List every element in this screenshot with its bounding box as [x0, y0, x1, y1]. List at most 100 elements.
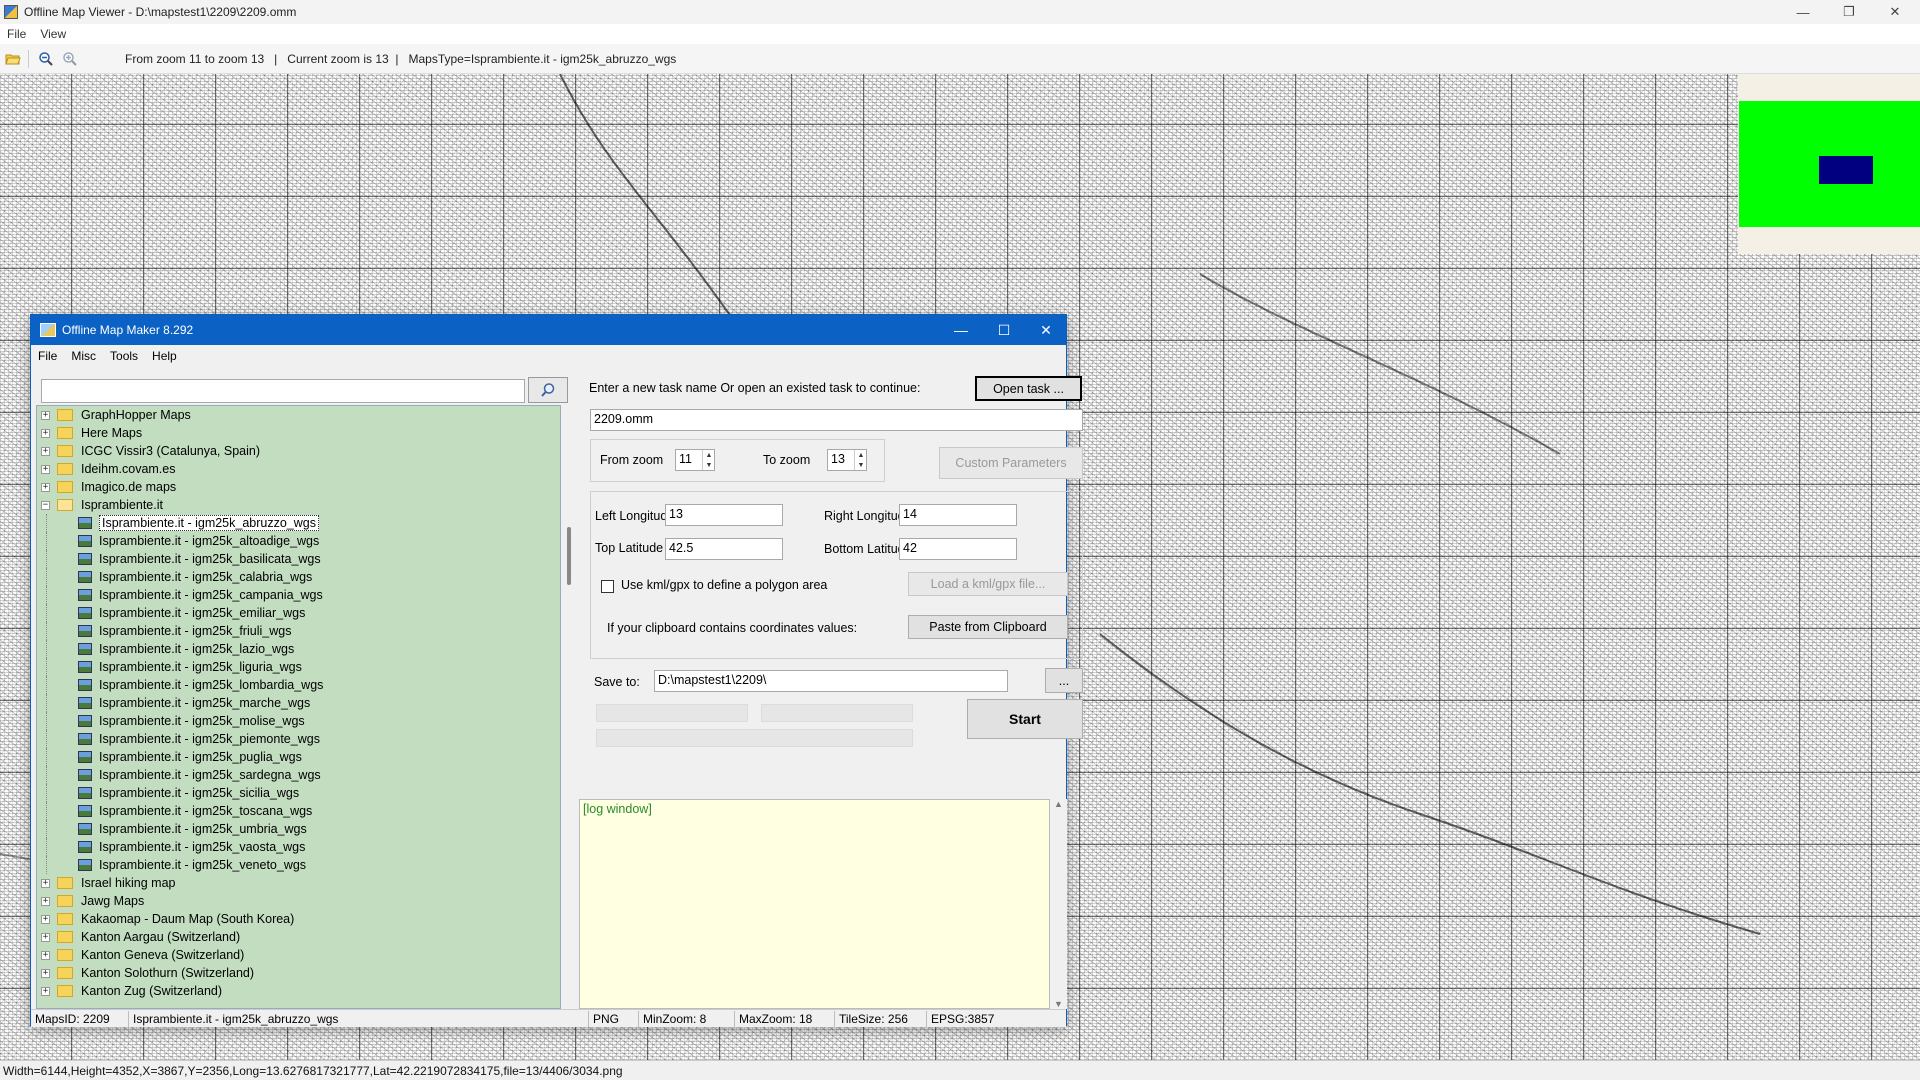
dialog-close-button[interactable]: ✕ — [1023, 315, 1069, 345]
to-zoom-down-icon[interactable]: ▼ — [855, 460, 866, 470]
load-kml-button[interactable]: Load a kml/gpx file... — [908, 572, 1068, 596]
expand-icon[interactable]: + — [41, 428, 50, 438]
scroll-down-icon[interactable]: ▼ — [1054, 999, 1063, 1009]
start-button[interactable]: Start — [967, 699, 1083, 739]
tree-map-item[interactable]: Isprambiente.it - igm25k_sardegna_wgs — [37, 766, 560, 784]
expand-icon[interactable]: + — [41, 878, 50, 888]
expand-icon[interactable]: + — [41, 410, 50, 420]
log-window[interactable]: [log window] — [579, 799, 1050, 1009]
tree-folder[interactable]: + ICGC Vissir3 (Catalunya, Spain) — [37, 442, 560, 460]
maps-tree[interactable]: + GraphHopper Maps + Here Maps + ICGC Vi… — [36, 405, 561, 1009]
expand-icon[interactable]: + — [41, 914, 50, 924]
save-path-input[interactable]: D:\mapstest1\2209\ — [654, 670, 1008, 692]
tree-folder[interactable]: + Kanton Solothurn (Switzerland) — [37, 964, 560, 982]
search-button[interactable] — [528, 377, 568, 403]
expand-icon[interactable]: + — [41, 446, 50, 456]
right-longitude-input[interactable]: 14 — [899, 504, 1017, 526]
status-min-zoom: MinZoom: 8 — [639, 1010, 735, 1027]
tree-map-item[interactable]: Isprambiente.it - igm25k_abruzzo_wgs — [37, 514, 560, 532]
map-icon — [78, 733, 92, 745]
menu-view[interactable]: View — [33, 27, 73, 41]
tree-map-item[interactable]: Isprambiente.it - igm25k_altoadige_wgs — [37, 532, 560, 550]
kml-polygon-checkbox[interactable] — [601, 580, 614, 593]
open-folder-button[interactable] — [2, 48, 24, 70]
tree-folder[interactable]: + Kanton Zug (Switzerland) — [37, 982, 560, 1000]
expand-icon[interactable]: + — [41, 896, 50, 906]
open-task-button[interactable]: Open task ... — [975, 376, 1082, 401]
from-zoom-up-icon[interactable]: ▲ — [703, 450, 714, 460]
dialog-menu-misc[interactable]: Misc — [64, 349, 103, 363]
tree-map-item[interactable]: Isprambiente.it - igm25k_friuli_wgs — [37, 622, 560, 640]
maximize-button[interactable]: ❐ — [1826, 0, 1872, 24]
collapse-icon[interactable]: − — [41, 500, 50, 510]
menu-file[interactable]: File — [0, 27, 33, 41]
tree-folder[interactable]: + Ideihm.covam.es — [37, 460, 560, 478]
tree-folder[interactable]: + Israel hiking map — [37, 874, 560, 892]
to-zoom-up-icon[interactable]: ▲ — [855, 450, 866, 460]
tree-folder[interactable]: + Kakaomap - Daum Map (South Korea) — [37, 910, 560, 928]
task-name-input[interactable]: 2209.omm — [590, 409, 1083, 431]
left-longitude-input[interactable]: 13 — [665, 504, 783, 526]
tree-map-item[interactable]: Isprambiente.it - igm25k_lazio_wgs — [37, 640, 560, 658]
log-scrollbar[interactable]: ▲ ▼ — [1050, 799, 1067, 1009]
tree-map-item[interactable]: Isprambiente.it - igm25k_veneto_wgs — [37, 856, 560, 874]
tree-map-item[interactable]: Isprambiente.it - igm25k_piemonte_wgs — [37, 730, 560, 748]
tree-scrollbar[interactable] — [561, 405, 578, 1009]
tree-map-item[interactable]: Isprambiente.it - igm25k_puglia_wgs — [37, 748, 560, 766]
minimap-viewport[interactable] — [1819, 156, 1873, 184]
tree-folder[interactable]: + Kanton Geneva (Switzerland) — [37, 946, 560, 964]
tree-map-item[interactable]: Isprambiente.it - igm25k_basilicata_wgs — [37, 550, 560, 568]
dialog-menu-file[interactable]: File — [31, 349, 64, 363]
tree-folder[interactable]: − Isprambiente.it — [37, 496, 560, 514]
tree-folder[interactable]: + Kanton Aargau (Switzerland) — [37, 928, 560, 946]
tree-map-item[interactable]: Isprambiente.it - igm25k_liguria_wgs — [37, 658, 560, 676]
scroll-up-icon[interactable]: ▲ — [1054, 799, 1063, 809]
tree-folder[interactable]: + Jawg Maps — [37, 892, 560, 910]
to-zoom-spinner[interactable]: 13 ▲ ▼ — [827, 449, 867, 471]
expand-icon[interactable]: + — [41, 932, 50, 942]
tree-map-item[interactable]: Isprambiente.it - igm25k_marche_wgs — [37, 694, 560, 712]
top-latitude-input[interactable]: 42.5 — [665, 538, 783, 560]
tree-map-label: Isprambiente.it - igm25k_sicilia_wgs — [99, 786, 300, 800]
bottom-latitude-input[interactable]: 42 — [899, 538, 1017, 560]
tree-folder[interactable]: + GraphHopper Maps — [37, 406, 560, 424]
tree-map-item[interactable]: Isprambiente.it - igm25k_toscana_wgs — [37, 802, 560, 820]
custom-parameters-button[interactable]: Custom Parameters — [939, 447, 1083, 479]
paste-from-clipboard-button[interactable]: Paste from Clipboard — [908, 615, 1068, 639]
status-format: PNG — [589, 1010, 639, 1027]
expand-icon[interactable]: + — [41, 968, 50, 978]
info-separator: | — [264, 51, 288, 66]
tree-map-item[interactable]: Isprambiente.it - igm25k_vaosta_wgs — [37, 838, 560, 856]
minimap[interactable] — [1739, 101, 1920, 227]
maps-search-input[interactable] — [41, 379, 525, 403]
from-zoom-down-icon[interactable]: ▼ — [703, 460, 714, 470]
tree-map-item[interactable]: Isprambiente.it - igm25k_umbria_wgs — [37, 820, 560, 838]
dialog-menu-help[interactable]: Help — [145, 349, 184, 363]
close-button[interactable]: ✕ — [1872, 0, 1918, 24]
zoom-in-button[interactable] — [59, 48, 81, 70]
tree-map-item[interactable]: Isprambiente.it - igm25k_molise_wgs — [37, 712, 560, 730]
folder-icon — [57, 967, 73, 979]
tree-map-item[interactable]: Isprambiente.it - igm25k_emiliar_wgs — [37, 604, 560, 622]
browse-button[interactable]: ... — [1045, 668, 1083, 693]
dialog-minimize-button[interactable]: — — [938, 315, 984, 345]
expand-icon[interactable]: + — [41, 464, 50, 474]
tree-scrollbar-thumb[interactable] — [567, 527, 571, 585]
tree-map-item[interactable]: Isprambiente.it - igm25k_calabria_wgs — [37, 568, 560, 586]
folder-icon — [57, 877, 73, 889]
minimize-button[interactable]: — — [1780, 0, 1826, 24]
zoom-out-button[interactable] — [35, 48, 57, 70]
tree-map-item[interactable]: Isprambiente.it - igm25k_lombardia_wgs — [37, 676, 560, 694]
tree-map-item[interactable]: Isprambiente.it - igm25k_sicilia_wgs — [37, 784, 560, 802]
app-title: Offline Map Viewer - D:\mapstest1\2209\2… — [24, 5, 297, 19]
expand-icon[interactable]: + — [41, 482, 50, 492]
status-text: Width=6144,Height=4352,X=3867,Y=2356,Lon… — [3, 1063, 623, 1078]
tree-folder[interactable]: + Imagico.de maps — [37, 478, 560, 496]
dialog-maximize-button[interactable]: ☐ — [981, 315, 1027, 345]
from-zoom-spinner[interactable]: 11 ▲ ▼ — [675, 449, 715, 471]
tree-map-item[interactable]: Isprambiente.it - igm25k_campania_wgs — [37, 586, 560, 604]
expand-icon[interactable]: + — [41, 986, 50, 996]
dialog-menu-tools[interactable]: Tools — [103, 349, 145, 363]
tree-folder[interactable]: + Here Maps — [37, 424, 560, 442]
expand-icon[interactable]: + — [41, 950, 50, 960]
